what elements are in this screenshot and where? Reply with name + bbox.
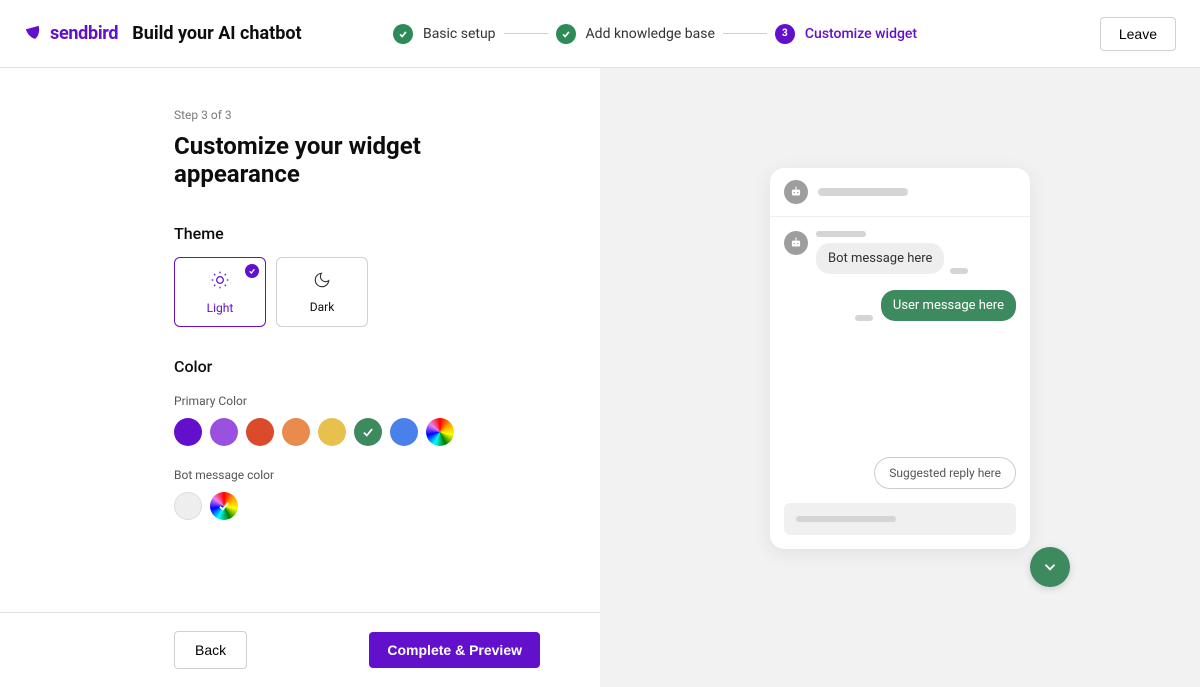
bot-message-color-label: Bot message color (174, 468, 540, 482)
chat-widget-preview: Bot message here User message here Sugge… (770, 168, 1030, 549)
color-swatch-default[interactable] (174, 492, 202, 520)
main-content: Step 3 of 3 Customize your widget appear… (0, 68, 1200, 687)
color-swatch-purple[interactable] (174, 418, 202, 446)
config-panel: Step 3 of 3 Customize your widget appear… (0, 68, 600, 687)
primary-color-label: Primary Color (174, 394, 540, 408)
bot-message-row: Bot message here (784, 231, 1016, 274)
step-label: Add knowledge base (586, 26, 715, 42)
bot-avatar-icon (784, 180, 808, 204)
sun-icon (210, 270, 230, 295)
complete-preview-button[interactable]: Complete & Preview (369, 632, 540, 668)
placeholder-name (816, 231, 866, 237)
primary-color-swatches (174, 418, 540, 446)
color-swatch-violet[interactable] (210, 418, 238, 446)
theme-option-label: Dark (310, 300, 335, 314)
bot-message-color-swatches (174, 492, 540, 520)
page-heading: Customize your widget appearance (174, 132, 540, 188)
checkmark-icon (361, 425, 375, 439)
step-hint: Step 3 of 3 (174, 108, 540, 122)
moon-icon (313, 271, 331, 294)
preview-panel: Bot message here User message here Sugge… (600, 68, 1200, 687)
step-label: Customize widget (805, 26, 917, 42)
color-swatch-custom[interactable] (426, 418, 454, 446)
theme-option-dark[interactable]: Dark (276, 257, 368, 327)
leave-button[interactable]: Leave (1100, 17, 1176, 51)
bot-message-column: Bot message here (816, 231, 968, 274)
widget-header (770, 168, 1030, 217)
sendbird-logo-icon (24, 24, 44, 44)
placeholder-input-text (796, 516, 896, 522)
step-label: Basic setup (423, 26, 496, 42)
suggested-reply-chip[interactable]: Suggested reply here (874, 457, 1016, 489)
selected-check-icon (245, 264, 259, 278)
theme-options: Light Dark (174, 257, 540, 327)
checkmark-icon (217, 499, 231, 513)
theme-option-light[interactable]: Light (174, 257, 266, 327)
user-message-row: User message here (784, 290, 1016, 321)
color-section-label: Color (174, 357, 540, 376)
color-swatch-green[interactable] (354, 418, 382, 446)
theme-option-label: Light (207, 301, 234, 315)
brand-logo: sendbird (24, 23, 118, 44)
checkmark-icon (393, 24, 413, 44)
footer-actions: Back Complete & Preview (0, 612, 600, 687)
bot-message-bubble: Bot message here (816, 243, 944, 274)
user-message-bubble: User message here (881, 290, 1016, 321)
color-swatch-yellow[interactable] (318, 418, 346, 446)
step-number-icon: 3 (775, 24, 795, 44)
placeholder-timestamp (950, 268, 968, 274)
step-divider (723, 33, 767, 34)
color-swatch-red[interactable] (246, 418, 274, 446)
widget-body: Bot message here User message here Sugge… (770, 217, 1030, 503)
step-knowledge-base: Add knowledge base (556, 24, 715, 44)
color-swatch-orange[interactable] (282, 418, 310, 446)
placeholder-timestamp (855, 315, 873, 321)
step-basic-setup: Basic setup (393, 24, 496, 44)
brand-wordmark: sendbird (50, 23, 118, 44)
chevron-down-icon (1041, 558, 1059, 576)
checkmark-icon (556, 24, 576, 44)
theme-section-label: Theme (174, 224, 540, 243)
color-swatch-blue[interactable] (390, 418, 418, 446)
header-title: Build your AI chatbot (132, 23, 301, 44)
step-divider (504, 33, 548, 34)
bot-avatar-icon (784, 231, 808, 255)
app-header: sendbird Build your AI chatbot Basic set… (0, 0, 1200, 68)
placeholder-title (818, 188, 908, 196)
color-swatch-custom[interactable] (210, 492, 238, 520)
widget-input-placeholder[interactable] (784, 503, 1016, 535)
widget-toggle-fab[interactable] (1030, 547, 1070, 587)
progress-stepper: Basic setup Add knowledge base 3 Customi… (393, 24, 917, 44)
back-button[interactable]: Back (174, 631, 247, 669)
step-customize-widget: 3 Customize widget (775, 24, 917, 44)
